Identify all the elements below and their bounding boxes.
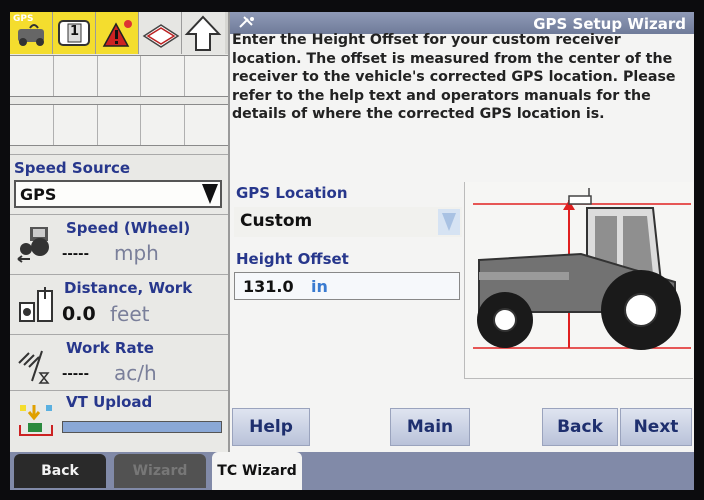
height-offset-input[interactable]: 131.0 in [234, 272, 460, 300]
distance-readout[interactable]: Distance, Work 0.0 feet [10, 274, 228, 334]
work-rate-unit: ac/h [114, 361, 157, 385]
distance-unit: feet [110, 302, 150, 326]
alarm-icon[interactable] [96, 12, 139, 54]
back-button[interactable]: Back [542, 408, 618, 446]
tab-tc-wizard[interactable]: TC Wizard [212, 452, 302, 490]
quick-slot-row-2[interactable] [10, 104, 228, 146]
vt-upload-progress-bar [62, 421, 222, 433]
gps-location-dropdown[interactable]: Custom [234, 207, 462, 237]
work-rate-readout[interactable]: Work Rate ----- ac/h [10, 334, 228, 390]
speed-unit: mph [114, 241, 159, 265]
tab-back[interactable]: Back [14, 454, 106, 488]
height-offset-value: 131.0 [243, 277, 294, 296]
work-rate-icon [18, 350, 50, 384]
distance-value: 0.0 [62, 303, 96, 325]
height-offset-unit: in [311, 277, 328, 296]
speed-label: Speed (Wheel) [66, 219, 191, 237]
tractor-diagram [464, 182, 693, 379]
vt-upload-label: VT Upload [66, 393, 153, 411]
speed-readout[interactable]: Speed (Wheel) ----- mph [10, 214, 228, 274]
vt-upload-icon [19, 405, 53, 436]
dropdown-arrow-icon [438, 209, 460, 235]
gps-status-icon[interactable]: GPS [10, 12, 53, 54]
speed-value: ----- [62, 247, 89, 262]
speed-source-label: Speed Source [14, 159, 131, 177]
up-arrow-icon[interactable] [182, 12, 225, 54]
speed-source-value: GPS [20, 185, 57, 204]
distance-label: Distance, Work [64, 279, 193, 297]
field-marker-icon[interactable] [139, 12, 182, 54]
dropdown-arrow-icon [202, 184, 218, 204]
work-rate-label: Work Rate [66, 339, 154, 357]
tab-wizard[interactable]: Wizard [114, 454, 206, 488]
quick-slot-row-1[interactable] [10, 55, 228, 97]
work-rate-value: ----- [62, 367, 89, 382]
distance-counter-icon [19, 287, 53, 322]
satellite-icon [239, 16, 254, 28]
wizard-panel: GPS Setup Wizard Enter the Height Offset… [230, 12, 694, 452]
speed-source-dropdown[interactable]: GPS [14, 180, 222, 208]
help-button[interactable]: Help [232, 408, 310, 446]
implement-slot-icon[interactable]: 1 [53, 12, 96, 54]
wizard-instructions: Enter the Height Offset for your custom … [232, 32, 676, 122]
next-button[interactable]: Next [620, 408, 692, 446]
main-button[interactable]: Main [390, 408, 470, 446]
tractor-wheel-speed-icon [17, 227, 49, 263]
tractor-height-offset-diagram [473, 188, 691, 350]
height-offset-label: Height Offset [236, 250, 349, 268]
vt-upload-progress-fill [63, 422, 221, 432]
display-screen: GPS 1 Speed Source GPS Speed (Wheel) ---… [10, 12, 694, 490]
left-panel: GPS 1 Speed Source GPS Speed (Wheel) ---… [10, 12, 230, 452]
gps-location-value: Custom [240, 211, 313, 231]
slot-number: 1 [70, 24, 80, 39]
bottom-tab-bar: Back Wizard TC Wizard [10, 452, 694, 490]
status-icon-bar: GPS 1 [10, 12, 228, 54]
gps-location-label: GPS Location [236, 184, 348, 202]
